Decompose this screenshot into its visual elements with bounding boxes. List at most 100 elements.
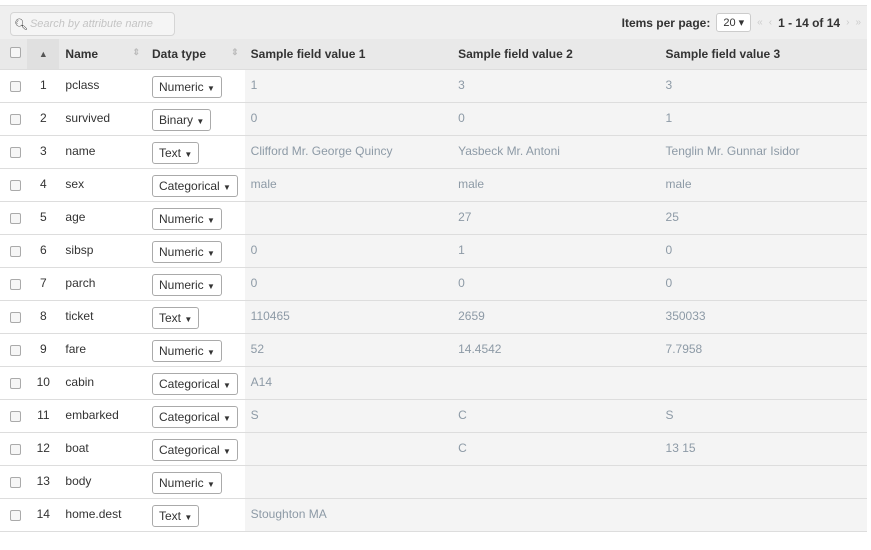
row-checkbox[interactable]	[10, 246, 21, 257]
table-row: 1 pclass Numeric ▼ 1 3 3	[0, 69, 867, 103]
sample3-header: Sample field value 3	[659, 39, 867, 70]
items-per-page-value: 20	[723, 17, 736, 29]
sample-value-1: A14	[244, 366, 453, 400]
data-type-value: Categorical	[159, 179, 220, 193]
sample-value-2: 1	[452, 234, 660, 268]
table-row: 13 body Numeric ▼	[0, 465, 867, 499]
row-checkbox[interactable]	[10, 345, 21, 356]
data-type-value: Numeric	[159, 245, 204, 259]
items-per-page-select[interactable]: 20 ▾	[716, 13, 752, 32]
attribute-name: body	[59, 465, 146, 499]
row-checkbox[interactable]	[10, 114, 21, 125]
data-type-dropdown[interactable]: Categorical ▼	[152, 439, 238, 461]
row-index: 5	[27, 201, 60, 235]
attribute-name: boat	[59, 432, 146, 466]
data-type-value: Numeric	[159, 212, 204, 226]
search-box[interactable]: 🔍︎	[10, 12, 175, 36]
data-type-dropdown[interactable]: Categorical ▼	[152, 373, 238, 395]
table-row: 8 ticket Text ▼ 110465 2659 350033	[0, 300, 867, 334]
sample-value-2: male	[452, 168, 660, 202]
row-index: 1	[27, 69, 60, 103]
data-type-dropdown[interactable]: Numeric ▼	[152, 340, 222, 362]
row-index: 13	[27, 465, 60, 499]
sample1-header: Sample field value 1	[244, 39, 453, 70]
row-checkbox[interactable]	[10, 510, 21, 521]
row-index: 9	[27, 333, 60, 367]
sample-value-2: C	[452, 399, 660, 433]
data-type-dropdown[interactable]: Numeric ▼	[152, 208, 222, 230]
name-header[interactable]: Name ⇕	[59, 39, 146, 70]
data-type-value: Numeric	[159, 344, 204, 358]
table-row: 12 boat Categorical ▼ C 13 15	[0, 432, 867, 466]
table-row: 6 sibsp Numeric ▼ 0 1 0	[0, 234, 867, 268]
attribute-name: cabin	[59, 366, 146, 400]
row-checkbox[interactable]	[10, 213, 21, 224]
sort-icon: ⇕	[132, 47, 140, 57]
data-type-dropdown[interactable]: Numeric ▼	[152, 76, 222, 98]
caret-down-icon: ▼	[184, 150, 193, 159]
data-type-value: Text	[159, 509, 182, 523]
caret-down-icon: ▼	[207, 348, 215, 357]
sample-value-3	[659, 366, 867, 400]
attribute-name: home.dest	[59, 498, 146, 532]
sample-value-2: 0	[452, 267, 660, 301]
table-row: 14 home.dest Text ▼ Stoughton MA	[0, 498, 867, 532]
search-input[interactable]	[27, 18, 172, 30]
caret-down-icon: ▼	[207, 216, 215, 225]
data-type-dropdown[interactable]: Categorical ▼	[152, 175, 238, 197]
row-checkbox[interactable]	[10, 411, 21, 422]
data-type-value: Numeric	[159, 278, 204, 292]
row-index: 10	[27, 366, 60, 400]
data-type-dropdown[interactable]: Text ▼	[152, 142, 200, 164]
sample-value-1: male	[244, 168, 453, 202]
row-index: 14	[27, 498, 60, 532]
row-checkbox[interactable]	[10, 444, 21, 455]
attribute-name: sex	[59, 168, 146, 202]
row-checkbox[interactable]	[10, 180, 21, 191]
row-index: 12	[27, 432, 60, 466]
data-type-value: Categorical	[159, 443, 220, 457]
next-page-icon[interactable]: ›	[846, 17, 849, 28]
row-checkbox[interactable]	[10, 279, 21, 290]
data-type-dropdown[interactable]: Categorical ▼	[152, 406, 238, 428]
data-type-dropdown[interactable]: Text ▼	[152, 307, 200, 329]
data-type-header[interactable]: Data type ⇕	[146, 39, 245, 70]
caret-down-icon: ▼	[223, 414, 231, 423]
name-header-label: Name	[65, 47, 99, 61]
sample-value-3: 25	[659, 201, 867, 235]
sample-value-1: 0	[244, 102, 453, 136]
data-type-value: Text	[159, 311, 182, 325]
row-checkbox[interactable]	[10, 147, 21, 158]
row-checkbox[interactable]	[10, 378, 21, 389]
data-type-dropdown[interactable]: Binary ▼	[152, 109, 212, 131]
row-checkbox[interactable]	[10, 477, 21, 488]
sample-value-1: 0	[244, 267, 453, 301]
row-checkbox[interactable]	[10, 312, 21, 323]
prev-page-icon[interactable]: ‹	[769, 17, 772, 28]
caret-down-icon: ▼	[223, 447, 231, 456]
table-row: 5 age Numeric ▼ 27 25	[0, 201, 867, 235]
first-page-icon[interactable]: «	[757, 17, 763, 28]
last-page-icon[interactable]: »	[855, 17, 861, 28]
attribute-name: pclass	[59, 69, 146, 103]
sample-value-1: Clifford Mr. George Quincy	[244, 135, 453, 169]
data-type-dropdown[interactable]: Text ▼	[152, 505, 200, 527]
table-row: 7 parch Numeric ▼ 0 0 0	[0, 267, 867, 301]
row-index: 2	[27, 102, 60, 136]
sample-value-2	[452, 465, 660, 499]
data-type-dropdown[interactable]: Numeric ▼	[152, 472, 222, 494]
sample-value-1: 52	[244, 333, 453, 367]
sort-index-header[interactable]: ▲	[27, 39, 60, 70]
data-type-value: Binary	[159, 113, 194, 127]
sample-value-3: male	[659, 168, 867, 202]
sample-value-2: Yasbeck Mr. Antoni	[452, 135, 660, 169]
row-index: 8	[27, 300, 60, 334]
sample-value-1	[244, 432, 453, 466]
row-checkbox[interactable]	[10, 81, 21, 92]
sample-value-3: 13 15	[659, 432, 867, 466]
select-all-checkbox[interactable]	[10, 47, 21, 58]
data-type-dropdown[interactable]: Numeric ▼	[152, 274, 222, 296]
data-type-dropdown[interactable]: Numeric ▼	[152, 241, 222, 263]
data-type-header-label: Data type	[152, 47, 207, 61]
caret-down-icon: ▼	[207, 249, 215, 258]
